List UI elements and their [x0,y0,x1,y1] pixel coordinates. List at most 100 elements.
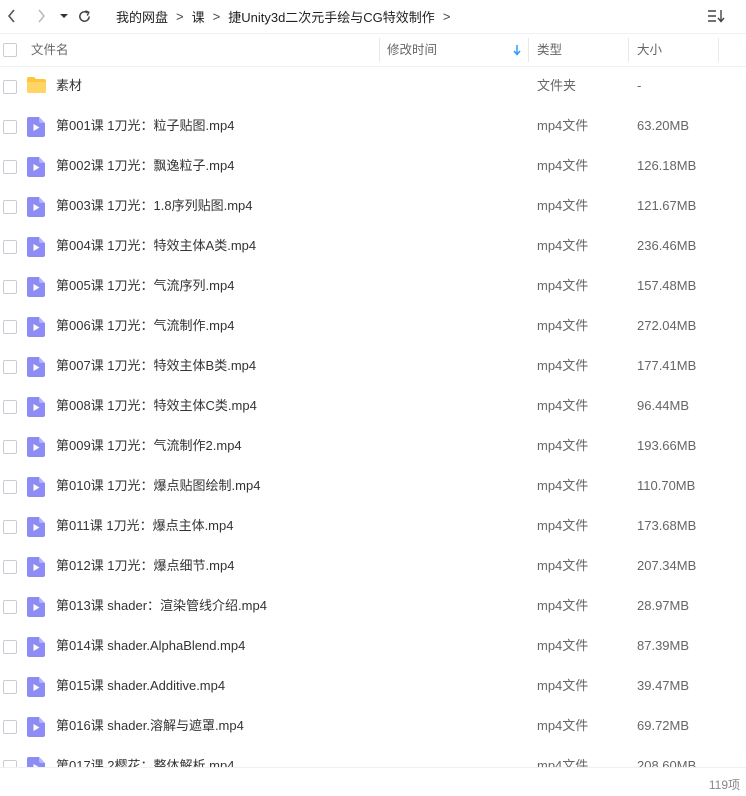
file-name[interactable]: 第006课 1刀光：气流制作.mp4 [56,306,234,346]
row-checkbox[interactable] [3,440,17,454]
breadcrumb-separator-icon: > [442,8,451,24]
item-count: 119项 [708,778,740,792]
file-name[interactable]: 第009课 1刀光：气流制作2.mp4 [56,426,242,466]
forward-button[interactable] [31,6,51,26]
file-type: mp4文件 [537,758,589,767]
file-type: mp4文件 [537,158,589,173]
row-checkbox[interactable] [3,760,17,767]
file-type: mp4文件 [537,278,589,293]
row-checkbox[interactable] [3,680,17,694]
file-row[interactable]: 第017课 2樱花：整体解析.mp4 mp4文件 208.60MB [0,746,746,767]
caret-down-icon [60,14,68,18]
file-type: mp4文件 [537,478,589,493]
file-name[interactable]: 第012课 1刀光：爆点细节.mp4 [56,546,234,586]
file-name[interactable]: 第007课 1刀光：特效主体B类.mp4 [56,346,256,386]
file-name[interactable]: 第013课 shader：渲染管线介绍.mp4 [56,586,267,626]
video-file-icon [27,637,45,657]
chevron-right-icon [38,9,46,23]
file-name[interactable]: 第002课 1刀光：飘逸粒子.mp4 [56,146,234,186]
column-divider[interactable] [528,38,529,62]
file-name[interactable]: 第016课 shader.溶解与遮罩.mp4 [56,706,244,746]
column-divider[interactable] [628,38,629,62]
file-row[interactable]: 第004课 1刀光：特效主体A类.mp4 mp4文件 236.46MB [0,226,746,266]
file-row[interactable]: 第003课 1刀光：1.8序列贴图.mp4 mp4文件 121.67MB [0,186,746,226]
file-name[interactable]: 第015课 shader.Additive.mp4 [56,666,225,706]
file-list-header: 文件名 修改时间 类型 大小 [0,33,746,67]
row-checkbox[interactable] [3,600,17,614]
refresh-button[interactable] [74,6,94,26]
file-size: 39.47MB [637,678,690,693]
file-type: mp4文件 [537,358,589,373]
file-row[interactable]: 第011课 1刀光：爆点主体.mp4 mp4文件 173.68MB [0,506,746,546]
breadcrumb: 我的网盘 > 课 > 捷Unity3d二次元手绘与CG特效制作 > [116,7,458,25]
file-size: 87.39MB [637,638,690,653]
file-row[interactable]: 第016课 shader.溶解与遮罩.mp4 mp4文件 69.72MB [0,706,746,746]
sort-descending-icon[interactable] [512,44,522,59]
row-checkbox[interactable] [3,480,17,494]
row-checkbox[interactable] [3,320,17,334]
file-row[interactable]: 素材 文件夹 - [0,66,746,106]
column-header-size[interactable]: 大小 [637,34,662,66]
breadcrumb-item-course[interactable]: 课 [192,7,205,26]
file-name[interactable]: 第004课 1刀光：特效主体A类.mp4 [56,226,256,266]
row-checkbox[interactable] [3,560,17,574]
row-checkbox[interactable] [3,360,17,374]
row-checkbox[interactable] [3,720,17,734]
file-name[interactable]: 第014课 shader.AlphaBlend.mp4 [56,626,245,666]
file-row[interactable]: 第012课 1刀光：爆点细节.mp4 mp4文件 207.34MB [0,546,746,586]
file-name[interactable]: 第011课 1刀光：爆点主体.mp4 [56,506,233,546]
file-row[interactable]: 第001课 1刀光：粒子贴图.mp4 mp4文件 63.20MB [0,106,746,146]
status-bar: 119项 [0,767,746,796]
file-row[interactable]: 第008课 1刀光：特效主体C类.mp4 mp4文件 96.44MB [0,386,746,426]
file-name[interactable]: 第010课 1刀光：爆点贴图绘制.mp4 [56,466,260,506]
column-header-modified[interactable]: 修改时间 [387,34,437,66]
file-row[interactable]: 第007课 1刀光：特效主体B类.mp4 mp4文件 177.41MB [0,346,746,386]
file-row[interactable]: 第006课 1刀光：气流制作.mp4 mp4文件 272.04MB [0,306,746,346]
file-row[interactable]: 第014课 shader.AlphaBlend.mp4 mp4文件 87.39MB [0,626,746,666]
row-checkbox[interactable] [3,160,17,174]
sort-list-icon [708,10,725,23]
file-type: mp4文件 [537,398,589,413]
file-name[interactable]: 第005课 1刀光：气流序列.mp4 [56,266,234,306]
file-size: 177.41MB [637,358,697,373]
file-row[interactable]: 第015课 shader.Additive.mp4 mp4文件 39.47MB [0,666,746,706]
file-name[interactable]: 第003课 1刀光：1.8序列贴图.mp4 [56,186,253,226]
file-name[interactable]: 素材 [56,66,82,106]
file-size: 207.34MB [637,558,697,573]
file-type: mp4文件 [537,638,589,653]
row-checkbox[interactable] [3,80,17,94]
row-checkbox[interactable] [3,240,17,254]
file-size: 96.44MB [637,398,690,413]
file-row[interactable]: 第013课 shader：渲染管线介绍.mp4 mp4文件 28.97MB [0,586,746,626]
file-type: 文件夹 [537,78,577,93]
breadcrumb-separator-icon: > [176,8,184,24]
file-name[interactable]: 第008课 1刀光：特效主体C类.mp4 [56,386,257,426]
file-row[interactable]: 第002课 1刀光：飘逸粒子.mp4 mp4文件 126.18MB [0,146,746,186]
video-file-icon [27,397,45,417]
file-name[interactable]: 第001课 1刀光：粒子贴图.mp4 [56,106,234,146]
row-checkbox[interactable] [3,640,17,654]
folder-icon [26,76,46,95]
file-name[interactable]: 第017课 2樱花：整体解析.mp4 [56,746,234,767]
row-checkbox[interactable] [3,520,17,534]
history-dropdown-button[interactable] [54,6,74,26]
back-button[interactable] [2,6,22,26]
column-divider[interactable] [379,38,380,62]
row-checkbox[interactable] [3,280,17,294]
file-size: 126.18MB [637,158,697,173]
column-header-name[interactable]: 文件名 [31,34,69,66]
select-all-checkbox[interactable] [3,43,17,57]
breadcrumb-item-current-folder[interactable]: 捷Unity3d二次元手绘与CG特效制作 [228,7,435,26]
sort-button[interactable] [706,6,726,26]
row-checkbox[interactable] [3,120,17,134]
file-row[interactable]: 第005课 1刀光：气流序列.mp4 mp4文件 157.48MB [0,266,746,306]
row-checkbox[interactable] [3,400,17,414]
column-header-type[interactable]: 类型 [537,34,562,66]
video-file-icon [27,717,45,737]
breadcrumb-item-my-drive[interactable]: 我的网盘 [116,7,168,26]
file-type: mp4文件 [537,238,589,253]
file-row[interactable]: 第009课 1刀光：气流制作2.mp4 mp4文件 193.66MB [0,426,746,466]
row-checkbox[interactable] [3,200,17,214]
file-row[interactable]: 第010课 1刀光：爆点贴图绘制.mp4 mp4文件 110.70MB [0,466,746,506]
column-divider[interactable] [718,38,719,62]
